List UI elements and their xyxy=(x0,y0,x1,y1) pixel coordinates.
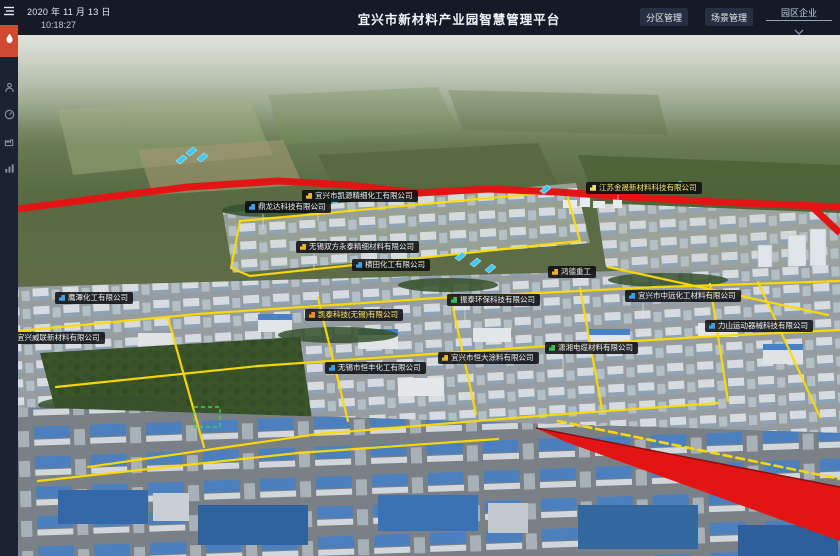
company-label[interactable]: 横田化工有限公司 xyxy=(352,259,430,271)
chevron-down-icon xyxy=(794,22,804,40)
factory-icon xyxy=(629,293,635,299)
gauge-icon[interactable] xyxy=(2,107,16,121)
factory-icon xyxy=(709,323,715,329)
factory-icon xyxy=(329,365,335,371)
company-label[interactable]: 鼎龙达科技有限公司 xyxy=(245,201,331,213)
factory-icon[interactable] xyxy=(2,134,16,148)
horizon-haze xyxy=(18,35,840,145)
company-label-text: 宜兴威联新材料有限公司 xyxy=(18,334,100,342)
current-time: 10:18:27 xyxy=(41,20,76,30)
factory-icon xyxy=(442,355,448,361)
hamburger-menu-icon[interactable] xyxy=(0,0,18,22)
company-label[interactable]: 宜兴威联新材料有限公司 xyxy=(18,332,105,344)
company-label[interactable]: 无锡市恒丰化工有限公司 xyxy=(325,362,426,374)
factory-icon xyxy=(300,244,306,250)
left-toolbar xyxy=(0,35,18,556)
map-viewport: 鼎龙达科技有限公司 宜兴市凯源精细化工有限公司 无锡双方永泰精细材料有限公司 横… xyxy=(18,35,840,556)
company-label-text: 潇湘电缆材料有限公司 xyxy=(558,344,633,352)
company-label-text: 宜兴市中远化工材料有限公司 xyxy=(638,292,736,300)
company-label-text: 鼎龙达科技有限公司 xyxy=(258,203,326,211)
factory-icon xyxy=(249,204,255,210)
factory-icon xyxy=(356,262,362,268)
sidebar-item-fire-active[interactable] xyxy=(0,25,18,57)
factory-icon xyxy=(59,295,65,301)
company-label[interactable]: 鸿德重工 xyxy=(548,266,596,278)
company-label[interactable]: 宜兴市恒大涂料有限公司 xyxy=(438,352,539,364)
page-title: 宜兴市新材料产业园智慧管理平台 xyxy=(358,9,561,28)
company-label[interactable]: 无锡双方永泰精细材料有限公司 xyxy=(296,241,419,253)
factory-icon xyxy=(306,193,312,199)
factory-icon xyxy=(590,185,596,191)
park-enterprise-dropdown[interactable]: 园区企业 xyxy=(766,4,832,31)
company-label-text: 振泰环保科技有限公司 xyxy=(460,296,535,304)
company-label-text: 无锡双方永泰精细材料有限公司 xyxy=(309,243,414,251)
company-label[interactable]: 力山运动器械科技有限公司 xyxy=(705,320,813,332)
company-label-text: 凯泰科技(无锡)有限公司 xyxy=(318,311,398,319)
company-label[interactable]: 凯泰科技(无锡)有限公司 xyxy=(305,309,403,321)
zone-management-button[interactable]: 分区管理 xyxy=(640,8,688,26)
company-label[interactable]: 宜兴市中远化工材料有限公司 xyxy=(625,290,741,302)
company-label[interactable]: 江苏金晟新材料科技有限公司 xyxy=(586,182,702,194)
company-label-text: 鹰潭化工有限公司 xyxy=(68,294,128,302)
company-label-text: 横田化工有限公司 xyxy=(365,261,425,269)
company-label-text: 力山运动器械科技有限公司 xyxy=(718,322,808,330)
factory-icon xyxy=(549,345,555,351)
smart-park-platform-window: 2020 年 11 月 13 日 10:18:27 宜兴市新材料产业园智慧管理平… xyxy=(0,0,840,556)
dropdown-divider xyxy=(766,20,832,21)
company-label-text: 宜兴市恒大涂料有限公司 xyxy=(451,354,534,362)
factory-icon xyxy=(451,297,457,303)
company-label-text: 宜兴市凯源精细化工有限公司 xyxy=(315,192,413,200)
current-date: 2020 年 11 月 13 日 xyxy=(27,5,111,18)
company-label-text: 江苏金晟新材料科技有限公司 xyxy=(599,184,697,192)
flame-icon xyxy=(4,32,15,50)
park-enterprise-label: 园区企业 xyxy=(766,4,832,19)
factory-icon xyxy=(552,269,558,275)
person-icon[interactable] xyxy=(2,80,16,94)
bar-chart-icon[interactable] xyxy=(2,161,16,175)
company-label-text: 无锡市恒丰化工有限公司 xyxy=(338,364,421,372)
factory-icon xyxy=(309,312,315,318)
company-label-text: 鸿德重工 xyxy=(561,268,591,276)
scene-management-button[interactable]: 场景管理 xyxy=(705,8,753,26)
company-label[interactable]: 振泰环保科技有限公司 xyxy=(447,294,540,306)
top-header-bar: 2020 年 11 月 13 日 10:18:27 宜兴市新材料产业园智慧管理平… xyxy=(0,0,840,35)
company-label[interactable]: 潇湘电缆材料有限公司 xyxy=(545,342,638,354)
company-label[interactable]: 鹰潭化工有限公司 xyxy=(55,292,133,304)
company-label[interactable]: 宜兴市凯源精细化工有限公司 xyxy=(302,190,418,202)
